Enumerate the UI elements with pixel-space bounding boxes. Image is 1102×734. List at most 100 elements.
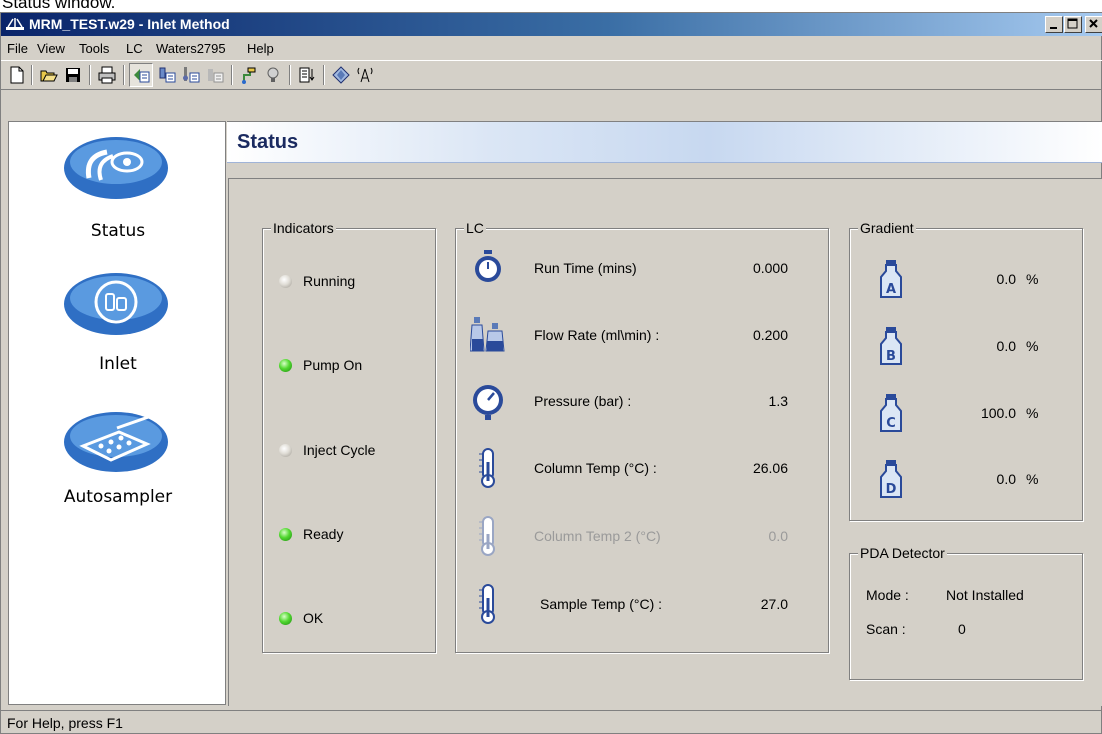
- gradient-row-a: A 0.0 %: [850, 259, 1082, 299]
- status-bar: For Help, press F1: [1, 710, 1102, 734]
- close-button[interactable]: [1085, 16, 1102, 33]
- inlet-disabled-button[interactable]: [203, 63, 227, 87]
- nav-item-inlet[interactable]: Inlet: [9, 270, 227, 390]
- inlet-icon: [159, 67, 176, 83]
- pda-title: PDA Detector: [858, 545, 947, 561]
- lc-value: 0.200: [752, 327, 788, 343]
- gradient-row-d: D 0.0 %: [850, 459, 1082, 499]
- save-button[interactable]: [61, 63, 85, 87]
- indicators-group: Indicators Running Pump On Inject Cycle …: [262, 220, 436, 653]
- nav-item-autosampler[interactable]: Autosampler: [9, 406, 227, 526]
- lc-row-column-temp-2: Column Temp 2 (°C) 0.0: [456, 516, 828, 556]
- led-on-icon: [279, 359, 292, 372]
- new-button[interactable]: [5, 63, 29, 87]
- lc-label: Sample Temp (°C) :: [540, 596, 663, 612]
- maximize-button[interactable]: [1064, 16, 1082, 33]
- indicator-label: Pump On: [303, 357, 363, 373]
- bottle-d-icon: D: [880, 460, 902, 498]
- lc-title: LC: [464, 220, 486, 236]
- eject-button[interactable]: [329, 63, 353, 87]
- menu-waters2795[interactable]: Waters2795: [156, 41, 226, 56]
- indicators-title: Indicators: [271, 220, 336, 236]
- light-icon: [267, 67, 279, 82]
- nav-label-autosampler: Autosampler: [63, 487, 173, 507]
- indicator-label: Running: [303, 273, 356, 289]
- light-button[interactable]: [261, 63, 285, 87]
- pressure-gauge-icon: [473, 385, 503, 420]
- lc-value: 26.06: [752, 460, 788, 476]
- status-button[interactable]: [129, 63, 153, 87]
- svg-text:B: B: [886, 349, 896, 364]
- gradient-value: 0.0: [996, 471, 1016, 487]
- lc-row-run-time: Run Time (mins) 0.000: [456, 248, 828, 288]
- status-bar-text: For Help, press F1: [7, 715, 123, 731]
- led-off-icon: [279, 444, 292, 457]
- menu-lc[interactable]: LC: [126, 41, 143, 56]
- led-off-icon: [279, 275, 292, 288]
- menu-file[interactable]: File: [7, 41, 28, 56]
- svg-text:C: C: [886, 416, 896, 431]
- lc-value: 27.0: [760, 596, 788, 612]
- thermometer-icon: [479, 516, 495, 556]
- lc-group: LC Run Time (mins) 0.000 Flow Rate (ml\m…: [455, 220, 829, 653]
- bottle-b-icon: B: [880, 327, 902, 365]
- gradient-group: Gradient A 0.0 % B 0.0 % C 100.0 % D 0.0…: [849, 220, 1083, 521]
- pda-scan-label: Scan :: [866, 621, 906, 637]
- bottle-a-icon: A: [880, 260, 902, 298]
- close-icon: [1089, 19, 1098, 28]
- tune-icon: [242, 67, 256, 84]
- gradient-unit: %: [1026, 405, 1039, 421]
- page-header: Status: [227, 121, 1102, 163]
- inlet-settings-button[interactable]: [179, 63, 203, 87]
- app-icon: [6, 18, 24, 30]
- inlet-button[interactable]: [155, 63, 179, 87]
- gradient-row-c: C 100.0 %: [850, 393, 1082, 433]
- lc-row-flow-rate: Flow Rate (ml\min) : 0.200: [456, 315, 828, 355]
- indicator-running: Running: [263, 272, 433, 292]
- lc-row-pressure: Pressure (bar) : 1.3: [456, 381, 828, 421]
- lc-row-column-temp: Column Temp (°C) : 26.06: [456, 448, 828, 488]
- tune-button[interactable]: [237, 63, 261, 87]
- menu-view[interactable]: View: [37, 41, 65, 56]
- pda-scan-value: 0: [958, 621, 966, 637]
- svg-text:A: A: [886, 282, 896, 297]
- navigation-panel: Status Inlet Autosampler: [8, 121, 226, 705]
- pda-detector-group: PDA Detector Mode : Not Installed Scan :…: [849, 545, 1083, 680]
- lc-value: 0.0: [768, 528, 788, 544]
- indicator-inject-cycle: Inject Cycle: [263, 441, 433, 461]
- gradient-value: 0.0: [996, 338, 1016, 354]
- new-icon: [10, 66, 24, 84]
- minimize-icon: [1050, 27, 1057, 29]
- pda-mode-row: Mode : Not Installed: [850, 587, 1082, 607]
- autosampler-tray-icon: [64, 412, 168, 472]
- toolbar: [1, 60, 1102, 90]
- indicator-label: Ready: [303, 526, 344, 542]
- gradient-title: Gradient: [858, 220, 916, 236]
- solvent-bottles-icon: [470, 317, 505, 352]
- pda-mode-value: Not Installed: [946, 587, 1024, 603]
- lc-label: Column Temp (°C) :: [534, 460, 657, 476]
- load-button[interactable]: [295, 63, 319, 87]
- indicator-ready: Ready: [263, 525, 433, 545]
- minimize-button[interactable]: [1045, 16, 1063, 33]
- inlet-settings-icon: [183, 67, 200, 83]
- print-button[interactable]: [95, 63, 119, 87]
- lc-value: 1.3: [768, 393, 788, 409]
- nav-label-inlet: Inlet: [99, 354, 137, 374]
- thermometer-icon: [479, 584, 495, 624]
- nav-item-status[interactable]: Status: [9, 134, 227, 254]
- menu-tools[interactable]: Tools: [79, 41, 109, 56]
- svg-text:D: D: [886, 482, 897, 497]
- network-button[interactable]: [353, 63, 377, 87]
- menu-help[interactable]: Help: [247, 41, 274, 56]
- gradient-unit: %: [1026, 338, 1039, 354]
- led-on-icon: [279, 612, 292, 625]
- indicator-label: Inject Cycle: [303, 442, 376, 458]
- gradient-value: 0.0: [996, 271, 1016, 287]
- gradient-unit: %: [1026, 271, 1039, 287]
- open-button[interactable]: [37, 63, 61, 87]
- lc-label: Run Time (mins): [534, 260, 637, 276]
- eject-icon: [332, 66, 350, 84]
- gradient-row-b: B 0.0 %: [850, 326, 1082, 366]
- inlet-bottles-icon: [64, 273, 168, 335]
